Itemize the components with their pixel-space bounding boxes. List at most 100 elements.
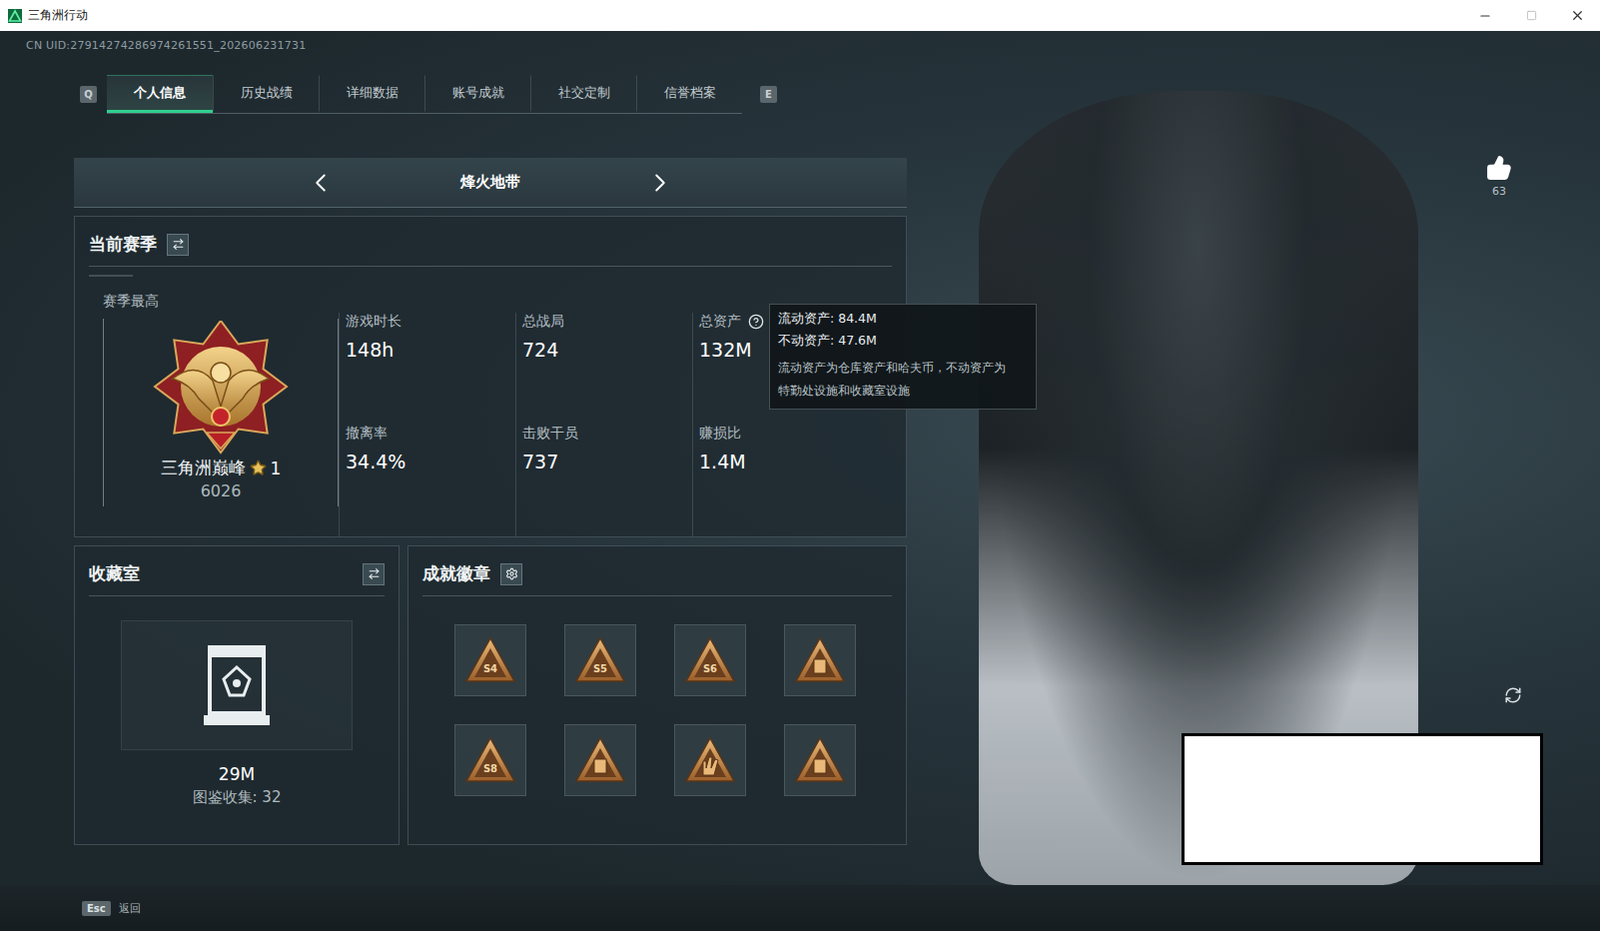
- season-badge-icon: S6: [683, 635, 738, 686]
- tooltip-line: 不动资产: 47.6M: [778, 332, 1028, 350]
- stat-label: 赚损比: [699, 424, 742, 443]
- season-badge-icon: S4: [463, 635, 518, 686]
- stat-cell: 击败干员 737: [515, 424, 693, 537]
- tab[interactable]: 信誉档案: [636, 74, 743, 113]
- next-mode-icon[interactable]: [645, 167, 676, 198]
- achievement-header: 成就徽章: [422, 546, 892, 597]
- display-case-icon: [201, 643, 272, 728]
- collection-catalog: 图鉴收集: 32: [192, 788, 282, 807]
- collection-switch-button[interactable]: [362, 563, 385, 586]
- rotate-button[interactable]: [1500, 682, 1527, 709]
- uid-label: CN UID:27914274286974261551_202606231731: [25, 38, 929, 53]
- profile-screen: CN UID:27914274286974261551_202606231731…: [0, 30, 1600, 885]
- stat-value: 737: [522, 450, 693, 473]
- star-icon: [249, 459, 267, 477]
- redaction-box: [1181, 733, 1544, 865]
- stat-value: 34.4%: [345, 450, 516, 473]
- achievement-badge[interactable]: S8: [454, 724, 527, 797]
- help-icon: [748, 313, 765, 330]
- back-label: 返回: [118, 900, 141, 916]
- like-count: 63: [1492, 184, 1507, 198]
- prev-tab-key[interactable]: Q: [79, 85, 97, 103]
- season-switch-button[interactable]: [166, 233, 189, 256]
- svg-text:S6: S6: [703, 663, 718, 675]
- asset-tooltip: 流动资产: 84.4M不动资产: 47.6M流动资产为仓库资产和哈夫币，不动资产…: [769, 303, 1037, 410]
- achievement-badge[interactable]: S6: [674, 624, 747, 697]
- close-icon: [1570, 7, 1586, 23]
- stat-cell: 总战局 724: [515, 312, 693, 425]
- collection-display[interactable]: [120, 620, 353, 751]
- achievement-badge[interactable]: [564, 724, 637, 797]
- rank-score: 6026: [200, 481, 242, 501]
- achievement-badge[interactable]: [674, 724, 747, 797]
- prev-mode-icon[interactable]: [305, 167, 336, 198]
- achievement-panel: 成就徽章 S4 S5 S6 S8: [407, 545, 907, 845]
- bottom-panels: 收藏室 29M 图鉴收集: 32 成就徽章 S4 S5 S6 S8: [73, 545, 929, 845]
- season-header: 当前赛季: [88, 216, 892, 267]
- title-bar: 三角洲行动: [0, 0, 1600, 31]
- stat-cell: 总资产流动资产: 84.4M不动资产: 47.6M流动资产为仓库资产和哈夫币，不…: [692, 312, 869, 425]
- season-badge-icon: S5: [573, 635, 628, 686]
- collection-header: 收藏室: [88, 546, 385, 597]
- stat-label: 击败干员: [522, 424, 579, 443]
- rank-medal-icon: [150, 320, 291, 455]
- rank-block: 赛季最高三角洲巅峰16026: [88, 292, 339, 537]
- tooltip-description: 特勤处设施和收藏室设施: [778, 381, 1028, 401]
- tab[interactable]: 账号成就: [424, 74, 531, 113]
- season-title: 当前赛季: [88, 232, 157, 256]
- thumbs-up-icon: [1486, 154, 1513, 181]
- mode-label: 烽火地带: [445, 172, 536, 192]
- svg-text:S8: S8: [483, 763, 498, 775]
- hand-badge-icon: [683, 735, 738, 786]
- next-tab-key[interactable]: E: [760, 85, 778, 103]
- season-body: 赛季最高三角洲巅峰16026游戏时长148h总战局724总资产流动资产: 84.…: [88, 276, 892, 537]
- swap-icon: [171, 237, 185, 251]
- esc-key[interactable]: Esc: [81, 900, 111, 916]
- achievement-badge[interactable]: S4: [454, 624, 527, 697]
- window-title: 三角洲行动: [27, 6, 1463, 24]
- stat-grid: 游戏时长148h总战局724总资产流动资产: 84.4M不动资产: 47.6M流…: [338, 292, 892, 537]
- stat-cell: 撤离率 34.4%: [338, 424, 516, 537]
- gear-icon: [505, 567, 519, 581]
- swap-icon: [367, 567, 381, 581]
- season-panel: 当前赛季赛季最高三角洲巅峰16026游戏时长148h总战局724总资产流动资产:…: [73, 215, 907, 538]
- tab-group: 个人信息历史战绩详细数据账号成就社交定制信誉档案: [106, 74, 743, 114]
- achievement-title: 成就徽章: [422, 562, 491, 586]
- emblem-badge-icon: [573, 735, 628, 786]
- character-area: 63: [928, 30, 1600, 885]
- tab[interactable]: 个人信息: [106, 74, 213, 113]
- like-button[interactable]: 63: [1486, 154, 1513, 198]
- season-best-label: 赛季最高: [102, 292, 339, 311]
- season-badge-icon: S8: [463, 735, 518, 786]
- help-button[interactable]: 流动资产: 84.4M不动资产: 47.6M流动资产为仓库资产和哈夫币，不动资产…: [747, 313, 765, 331]
- header-decoration: [88, 274, 133, 277]
- achievement-settings-button[interactable]: [500, 563, 523, 586]
- tab[interactable]: 社交定制: [530, 74, 637, 113]
- achievement-badge[interactable]: [784, 724, 856, 797]
- minimize-button[interactable]: [1462, 0, 1509, 31]
- tab[interactable]: 历史战绩: [212, 74, 319, 113]
- tab[interactable]: 详细数据: [318, 74, 425, 113]
- refresh-icon: [1504, 686, 1523, 705]
- achievement-badge[interactable]: [784, 624, 856, 697]
- stat-cell: 赚损比 1.4M: [692, 424, 869, 537]
- stat-label: 游戏时长: [345, 312, 402, 331]
- emblem-badge-icon: [793, 735, 847, 786]
- app-logo-icon: [7, 8, 22, 23]
- close-button[interactable]: [1554, 0, 1600, 31]
- stat-value: 1.4M: [699, 450, 869, 473]
- collection-value: 29M: [218, 764, 255, 785]
- maximize-button[interactable]: [1508, 0, 1555, 31]
- collection-body: 29M 图鉴收集: 32: [88, 596, 385, 844]
- stat-value: 724: [522, 338, 693, 361]
- minimize-icon: [1478, 8, 1493, 23]
- collection-title: 收藏室: [88, 562, 140, 586]
- maximize-icon: [1526, 9, 1538, 21]
- stat-label: 总战局: [522, 312, 565, 331]
- stat-label: 撤离率: [345, 424, 388, 443]
- achievement-badge[interactable]: S5: [564, 624, 637, 697]
- emblem-badge-icon: [793, 635, 847, 686]
- rank-name: 三角洲巅峰1: [160, 456, 282, 480]
- footer-bar: Esc 返回: [0, 884, 1600, 931]
- svg-text:S5: S5: [593, 663, 608, 675]
